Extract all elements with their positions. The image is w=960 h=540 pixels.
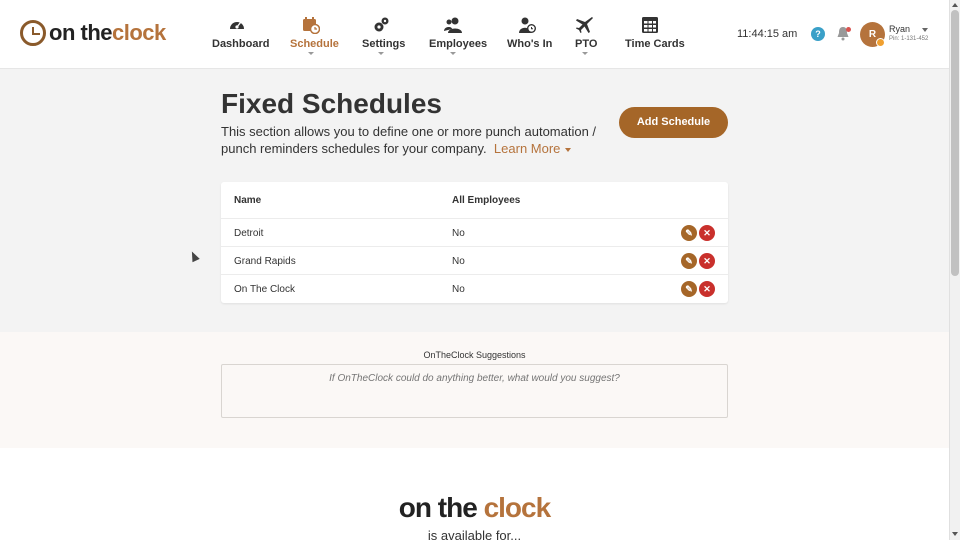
nav-whos-in[interactable]: Who's In [507, 16, 552, 50]
nav-schedule-label: Schedule [290, 38, 339, 50]
dashboard-gauge-icon [230, 22, 244, 29]
top-header: on theclock Dashboard Schedule Settings … [0, 0, 949, 69]
user-pin: Pin: 1-131-452 [889, 36, 929, 42]
delete-x-icon[interactable]: ✕ [699, 281, 715, 297]
suggestions-textarea[interactable] [221, 364, 728, 418]
row-all-employees: No [452, 228, 465, 239]
nav-settings[interactable]: Settings [362, 16, 405, 55]
edit-pencil-icon[interactable]: ✎ [681, 281, 697, 297]
delete-x-icon[interactable]: ✕ [699, 253, 715, 269]
learn-more-link[interactable]: Learn More [490, 141, 572, 156]
gears-icon [374, 17, 389, 32]
nav-whos-in-label: Who's In [507, 38, 553, 50]
table-grid-icon [642, 17, 658, 33]
learn-more-label: Learn More [493, 141, 561, 156]
page-title: Fixed Schedules [221, 88, 442, 119]
column-header-all-employees[interactable]: All Employees [452, 195, 520, 206]
user-clock-icon [519, 17, 536, 33]
nav-pto[interactable]: PTO [575, 16, 598, 55]
page-description: This section allows you to define one or… [221, 123, 601, 157]
chevron-down-icon [582, 52, 588, 55]
chevron-down-icon [565, 147, 572, 152]
user-name[interactable]: Ryan [889, 24, 910, 34]
logo-text-part1: on the [49, 20, 113, 45]
nav-time-cards[interactable]: Time Cards [625, 16, 685, 50]
nav-dashboard[interactable]: Dashboard [212, 16, 269, 50]
add-schedule-button[interactable]: Add Schedule [619, 107, 728, 138]
scroll-down-arrow-icon[interactable] [952, 532, 958, 536]
divider [221, 218, 728, 219]
logo-text: on theclock [49, 20, 166, 46]
row-all-employees: No [452, 256, 465, 267]
footer-tagline: is available for... [427, 528, 522, 540]
divider [221, 246, 728, 247]
footer-logo: on the clock [0, 492, 949, 524]
mouse-cursor-icon [188, 249, 200, 263]
nav-settings-label: Settings [362, 38, 406, 50]
plane-icon [576, 17, 593, 33]
users-icon [444, 17, 462, 33]
scrollbar-thumb[interactable] [951, 10, 959, 276]
row-all-employees: No [452, 284, 465, 295]
chevron-down-icon [308, 52, 314, 55]
nav-employees-label: Employees [429, 38, 488, 50]
nav-time-cards-label: Time Cards [625, 38, 685, 50]
avatar-status-icon [876, 38, 885, 47]
row-name: Grand Rapids [234, 256, 296, 267]
footer-logo-part2: clock [483, 492, 552, 523]
current-time: 11:44:15 am [737, 28, 798, 40]
help-icon[interactable]: ? [811, 27, 825, 41]
scroll-up-arrow-icon[interactable] [952, 3, 958, 7]
nav-dashboard-label: Dashboard [212, 38, 270, 50]
app-logo[interactable]: on theclock [20, 20, 166, 46]
row-name: Detroit [234, 228, 264, 239]
divider [221, 274, 728, 275]
row-name: On The Clock [234, 284, 295, 295]
nav-pto-label: PTO [575, 38, 598, 50]
logo-text-part2: clock [112, 20, 166, 45]
column-header-name[interactable]: Name [234, 195, 261, 206]
suggestions-label: OnTheClock Suggestions [423, 350, 526, 360]
delete-x-icon[interactable]: ✕ [699, 225, 715, 241]
clock-logo-icon [20, 20, 46, 46]
nav-schedule[interactable]: Schedule [290, 16, 339, 55]
nav-employees[interactable]: Employees [429, 16, 487, 55]
calendar-clock-icon [303, 17, 320, 34]
chevron-down-icon [378, 52, 384, 55]
chevron-down-icon [450, 52, 456, 55]
footer-logo-part1: on the [398, 492, 478, 523]
edit-pencil-icon[interactable]: ✎ [681, 225, 697, 241]
user-menu-chevron-down-icon[interactable] [922, 28, 928, 32]
edit-pencil-icon[interactable]: ✎ [681, 253, 697, 269]
notification-dot [846, 27, 851, 32]
